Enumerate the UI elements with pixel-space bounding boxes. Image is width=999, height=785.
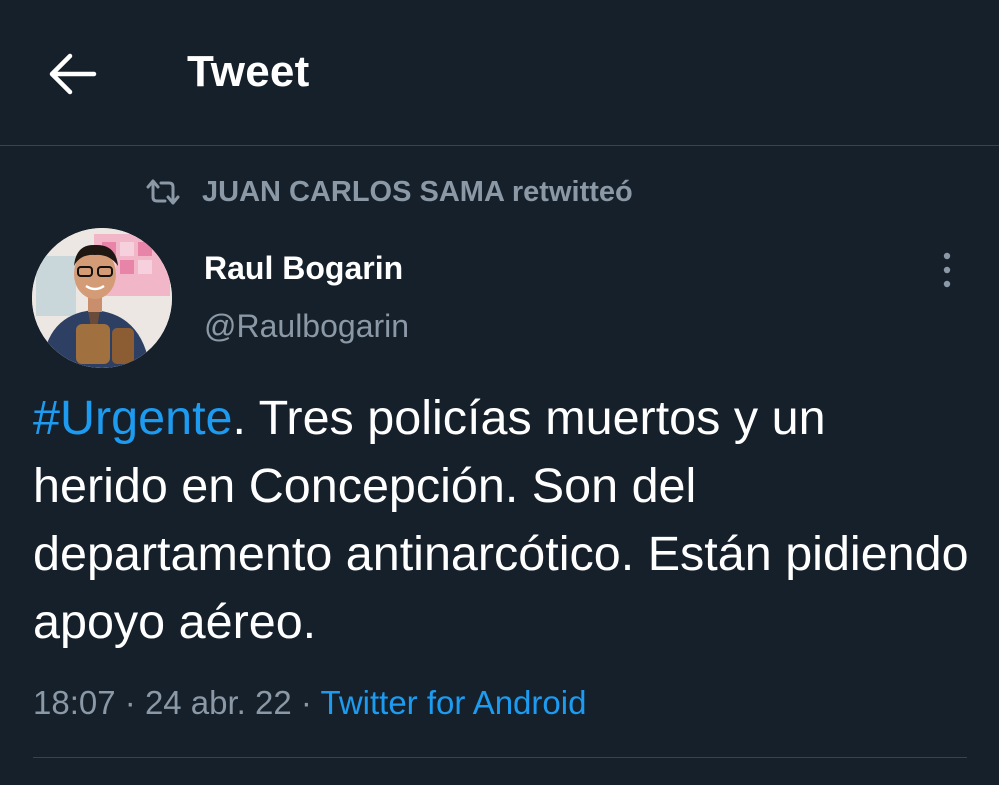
retweeted-by-label: JUAN CARLOS SAMA retwitteó xyxy=(202,175,633,208)
author-display-name[interactable]: Raul Bogarin xyxy=(204,250,403,287)
retweet-context[interactable]: JUAN CARLOS SAMA retwitteó xyxy=(144,170,633,214)
tweet-detail-screen: Tweet JUAN CARLOS SAMA retwitteó Raul Bo… xyxy=(0,0,999,785)
tweet-time: 18:07 xyxy=(33,684,116,721)
avatar-photo xyxy=(32,228,172,368)
tweet-text: #Urgente. Tres policías muertos y un her… xyxy=(33,384,973,656)
tweet-date: 24 abr. 22 xyxy=(144,684,292,721)
arrow-left-icon xyxy=(49,53,97,95)
author-handle[interactable]: @Raulbogarin xyxy=(204,308,409,345)
hashtag-link[interactable]: #Urgente xyxy=(33,391,233,445)
retweet-icon xyxy=(146,179,180,205)
tweet-metadata: 18:07 · 24 abr. 22 · Twitter for Android xyxy=(33,684,586,722)
tweet-source-link[interactable]: Twitter for Android xyxy=(320,684,586,721)
more-vertical-icon xyxy=(943,252,951,288)
avatar[interactable] xyxy=(32,228,172,368)
separator-dot: · xyxy=(300,684,312,721)
divider xyxy=(33,757,967,758)
page-title: Tweet xyxy=(187,47,310,96)
more-options-button[interactable] xyxy=(930,250,964,290)
back-button[interactable] xyxy=(46,50,98,98)
separator-dot: · xyxy=(124,684,136,721)
top-app-bar: Tweet xyxy=(0,0,999,146)
